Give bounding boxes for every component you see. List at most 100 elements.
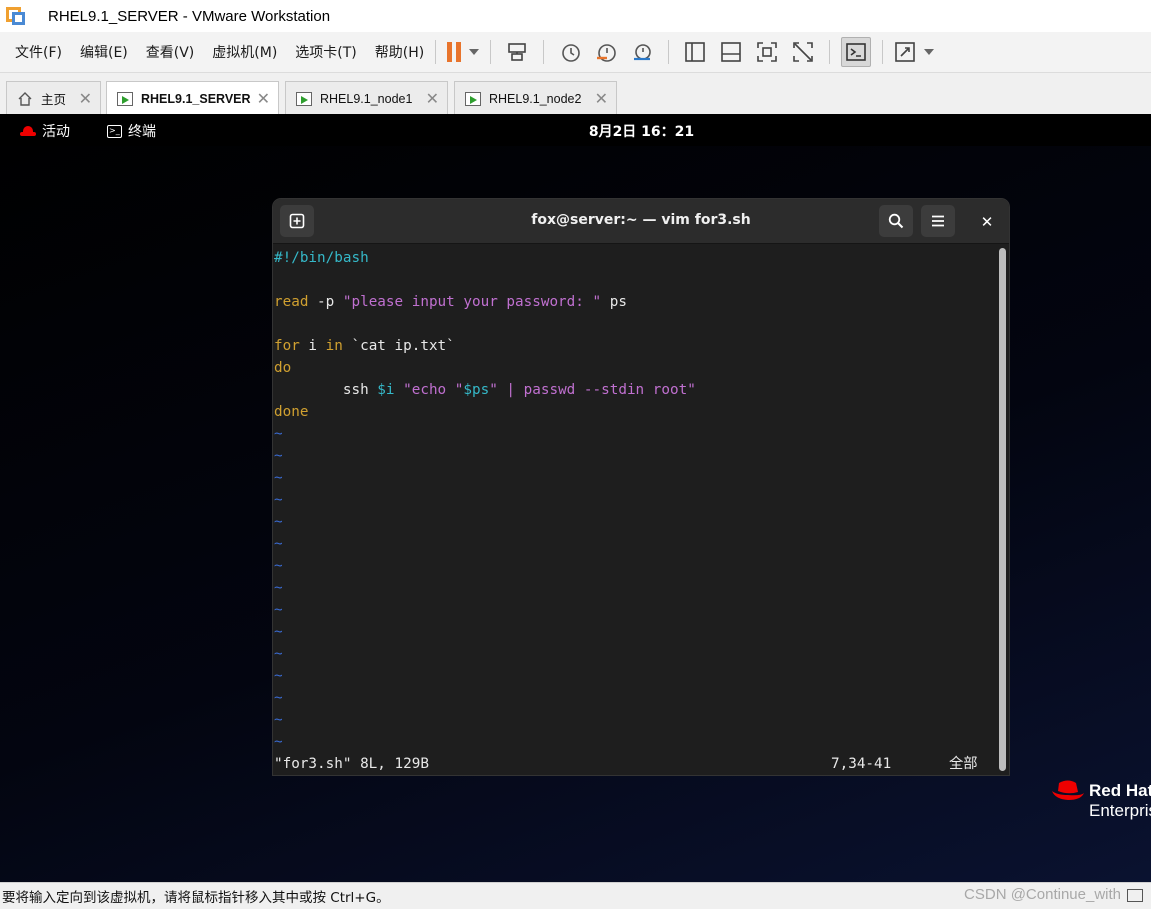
tab-label: 主页 bbox=[41, 93, 67, 107]
toolbar-divider bbox=[829, 40, 831, 64]
code-text: -p bbox=[308, 294, 343, 310]
snapshot-button[interactable] bbox=[555, 37, 585, 67]
hamburger-icon bbox=[932, 215, 944, 227]
snapshot-manager-button[interactable] bbox=[627, 37, 657, 67]
vim-status-file: "for3.sh" 8L, 129B bbox=[274, 756, 429, 772]
menu-help[interactable]: 帮助(H) bbox=[375, 42, 424, 62]
keyword: in bbox=[325, 338, 343, 354]
keyword: for bbox=[274, 338, 300, 354]
tab-rhel-server[interactable]: RHEL9.1_SERVER ✕ bbox=[106, 81, 279, 115]
empty-line-marker: ~ bbox=[274, 580, 283, 596]
brand-line-2: Enterprise bbox=[1089, 801, 1151, 820]
empty-line-marker: ~ bbox=[274, 426, 283, 442]
empty-line-marker: ~ bbox=[274, 624, 283, 640]
chevron-down-icon[interactable] bbox=[469, 49, 480, 55]
revert-snapshot-button[interactable] bbox=[591, 37, 621, 67]
empty-line-marker: ~ bbox=[274, 690, 283, 706]
code-text: `cat ip.txt` bbox=[342, 338, 455, 354]
vim-status-position: 7,34-41 bbox=[831, 756, 892, 772]
menu-button[interactable] bbox=[921, 205, 955, 237]
empty-line-marker: ~ bbox=[274, 558, 283, 574]
thumbnail-bar-icon bbox=[721, 42, 742, 62]
library-button[interactable] bbox=[680, 37, 710, 67]
stretch-icon bbox=[895, 42, 916, 62]
console-view-button[interactable] bbox=[841, 37, 872, 67]
toolbar-divider bbox=[490, 40, 492, 64]
variable: $i bbox=[377, 382, 395, 398]
search-button[interactable] bbox=[879, 205, 913, 237]
shebang: #!/bin/bash bbox=[274, 250, 369, 266]
title-bar: RHEL9.1_SERVER - VMware Workstation bbox=[0, 0, 1151, 32]
device-icon[interactable] bbox=[1127, 889, 1143, 902]
toolbar-divider bbox=[435, 40, 437, 64]
vim-buffer[interactable]: #!/bin/bash read -p "please input your p… bbox=[273, 244, 1009, 775]
guest-screen[interactable]: 活动 >_ 终端 8月2日 16：21 fox@server:~ — vim f… bbox=[0, 114, 1151, 882]
tab-rhel-node2[interactable]: RHEL9.1_node2 ✕ bbox=[454, 81, 617, 115]
terminal-header: fox@server:~ — vim for3.sh ✕ bbox=[273, 199, 1009, 244]
empty-line-marker: ~ bbox=[274, 514, 283, 530]
send-ctrl-alt-del-icon bbox=[508, 43, 527, 61]
code-text: ssh bbox=[274, 382, 378, 398]
close-icon[interactable]: ✕ bbox=[79, 89, 92, 109]
revert-snapshot-icon bbox=[597, 44, 617, 62]
variable: $ps bbox=[463, 382, 490, 398]
code-line: ssh $i "echo "$ps" | passwd --stdin root… bbox=[274, 379, 696, 401]
code-line: do bbox=[274, 357, 291, 379]
full-screen-icon bbox=[757, 42, 778, 62]
menu-bar: 文件(F) 编辑(E) 查看(V) 虚拟机(M) 选项卡(T) 帮助(H) bbox=[0, 32, 1151, 72]
snapshot-manager-icon bbox=[634, 44, 652, 61]
code-line: #!/bin/bash bbox=[274, 247, 369, 269]
keyword: do bbox=[274, 360, 292, 376]
empty-line-marker: ~ bbox=[274, 492, 283, 508]
empty-line-marker: ~ bbox=[274, 470, 283, 486]
pause-button[interactable] bbox=[447, 37, 480, 67]
pause-icon bbox=[447, 42, 462, 62]
empty-line-marker: ~ bbox=[274, 646, 283, 662]
close-icon[interactable]: ✕ bbox=[595, 89, 608, 109]
toolbar-divider bbox=[882, 40, 884, 64]
vm-icon bbox=[465, 91, 481, 106]
menu-file[interactable]: 文件(F) bbox=[15, 42, 62, 62]
scrollbar[interactable] bbox=[999, 248, 1006, 771]
tab-label: RHEL9.1_SERVER bbox=[141, 91, 251, 106]
unity-button[interactable] bbox=[788, 37, 818, 67]
code-text: i bbox=[299, 338, 326, 354]
home-icon bbox=[18, 91, 32, 106]
full-screen-button[interactable] bbox=[752, 37, 782, 67]
tab-label: RHEL9.1_node1 bbox=[320, 91, 413, 106]
menu-view[interactable]: 查看(V) bbox=[146, 42, 195, 62]
brand-line-1: Red Hat bbox=[1089, 781, 1151, 800]
menu-vm[interactable]: 虚拟机(M) bbox=[212, 42, 277, 62]
close-icon[interactable]: ✕ bbox=[257, 89, 270, 109]
gnome-top-bar: 活动 >_ 终端 8月2日 16：21 bbox=[0, 114, 1151, 146]
menu-tabs[interactable]: 选项卡(T) bbox=[295, 42, 356, 62]
chevron-down-icon[interactable] bbox=[924, 49, 935, 55]
tab-rhel-node1[interactable]: RHEL9.1_node1 ✕ bbox=[285, 81, 448, 115]
empty-line-marker: ~ bbox=[274, 734, 283, 750]
console-view-icon bbox=[846, 43, 867, 61]
keyword: read bbox=[274, 294, 309, 310]
vim-status-scroll: 全部 bbox=[949, 756, 978, 772]
code-line: done bbox=[274, 401, 308, 423]
menu-edit[interactable]: 编辑(E) bbox=[80, 42, 128, 62]
stretch-button[interactable] bbox=[894, 37, 935, 67]
empty-line-marker: ~ bbox=[274, 536, 283, 552]
send-ctrl-alt-del-button[interactable] bbox=[502, 37, 532, 67]
status-message: 要将输入定向到该虚拟机，请将鼠标指针移入其中或按 Ctrl+G。 bbox=[2, 890, 390, 906]
empty-line-marker: ~ bbox=[274, 712, 283, 728]
thumbnail-bar-button[interactable] bbox=[716, 37, 746, 67]
tab-home[interactable]: 主页 ✕ bbox=[6, 81, 101, 115]
snapshot-icon bbox=[562, 44, 581, 62]
toolbar-divider bbox=[543, 40, 545, 64]
close-icon[interactable]: ✕ bbox=[426, 89, 439, 109]
vm-icon bbox=[117, 91, 133, 106]
code-line: for i in `cat ip.txt` bbox=[274, 335, 455, 357]
terminal-window[interactable]: fox@server:~ — vim for3.sh ✕ #!/bin/bash… bbox=[273, 199, 1009, 775]
close-button[interactable]: ✕ bbox=[975, 210, 999, 234]
empty-line-marker: ~ bbox=[274, 602, 283, 618]
empty-line-marker: ~ bbox=[274, 448, 283, 464]
code-line: read -p "please input your password: " p… bbox=[274, 291, 627, 313]
clock[interactable]: 8月2日 16：21 bbox=[0, 121, 1151, 141]
toolbar-divider bbox=[668, 40, 670, 64]
